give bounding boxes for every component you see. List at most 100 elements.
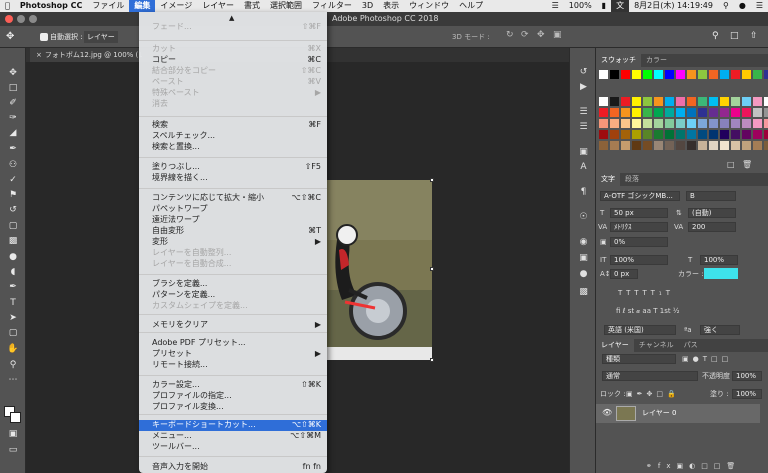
color-swatch[interactable] [709, 97, 718, 106]
tab-color[interactable]: カラー [641, 54, 672, 67]
color-swatch[interactable] [676, 119, 685, 128]
adjustments-icon[interactable]: ☰ [577, 121, 590, 133]
edit-menu-item[interactable]: コンテンツに応じて拡大・縮小 ⌥⇧⌘C [139, 193, 327, 204]
color-swatch[interactable] [709, 70, 718, 79]
color-swatch[interactable] [720, 108, 729, 117]
font-size-field[interactable]: 50 px [610, 208, 668, 218]
healing-tool-icon[interactable]: ⚇ [5, 159, 21, 171]
color-swatch[interactable] [731, 130, 740, 139]
shape-tool-icon[interactable]: ▢ [5, 327, 21, 339]
more-tools-icon[interactable]: ⋯ [5, 374, 21, 386]
color-swatch[interactable] [610, 130, 619, 139]
edit-menu-item[interactable]: 塗りつぶし... ⇧F5 [139, 162, 327, 173]
color-swatch[interactable] [742, 141, 751, 150]
lasso-tool-icon[interactable]: ✐ [5, 97, 21, 109]
color-swatch[interactable] [676, 97, 685, 106]
move-tool-icon[interactable]: ✥ [5, 67, 21, 79]
menu-window[interactable]: ウィンドウ [404, 0, 454, 12]
hand-tool-icon[interactable]: ✋ [5, 343, 21, 355]
color-swatch[interactable] [632, 119, 641, 128]
color-swatch[interactable] [643, 70, 652, 79]
color-swatch[interactable] [665, 141, 674, 150]
menu-type[interactable]: 書式 [239, 0, 265, 12]
color-swatch[interactable] [698, 119, 707, 128]
edit-menu-item[interactable]: プロファイル変換... [139, 402, 327, 413]
color-swatch[interactable] [687, 70, 696, 79]
zoom-tool-icon[interactable]: ⚲ [5, 359, 21, 371]
paragraph-icon[interactable]: ¶ [577, 186, 590, 198]
color-swatch[interactable] [621, 119, 630, 128]
edit-menu-item[interactable]: カット ⌘X [139, 44, 327, 55]
color-swatch[interactable] [753, 108, 762, 117]
play-icon[interactable]: ▶ [577, 81, 590, 93]
tab-paths[interactable]: パス [679, 339, 703, 352]
type-tool-icon[interactable]: T [5, 297, 21, 309]
color-swatch[interactable] [654, 141, 663, 150]
color-swatch[interactable] [632, 130, 641, 139]
color-swatch[interactable] [676, 108, 685, 117]
tracking-field[interactable]: 200 [688, 222, 736, 232]
menu-edit[interactable]: 編集 [129, 0, 156, 12]
close-button[interactable] [5, 15, 13, 23]
color-swatch[interactable] [621, 130, 630, 139]
crop-tool-icon[interactable]: ◢ [5, 127, 21, 139]
edit-menu-item[interactable]: プロファイルの指定... [139, 391, 327, 402]
transform-handle[interactable] [430, 178, 434, 182]
color-swatch[interactable] [687, 141, 696, 150]
edit-menu-item[interactable]: プリセット ▶ [139, 349, 327, 360]
color-swatch[interactable] [676, 130, 685, 139]
edit-menu-item[interactable]: 音声入力を開始 fn fn [139, 462, 327, 473]
color-swatch[interactable] [610, 119, 619, 128]
brush-settings-icon[interactable]: ◉ [577, 236, 590, 248]
color-swatch[interactable] [665, 130, 674, 139]
color-swatch[interactable] [709, 130, 718, 139]
color-swatch[interactable] [632, 70, 641, 79]
menu-select[interactable]: 選択範囲 [265, 0, 307, 12]
color-swatch[interactable] [709, 119, 718, 128]
color-swatch[interactable] [720, 119, 729, 128]
fill-field[interactable]: 100% [732, 389, 762, 399]
menubar-clock[interactable]: 8月2日(木) 14:19:49 [629, 0, 718, 12]
color-swatch[interactable] [643, 97, 652, 106]
color-swatch[interactable] [665, 108, 674, 117]
color-swatch[interactable] [764, 97, 768, 106]
edit-menu-item[interactable]: 変形 ▶ [139, 237, 327, 248]
faux-styles-row[interactable]: TTTTT₁T [618, 288, 674, 298]
visibility-eye-icon[interactable]: 👁 [602, 408, 612, 417]
trash-icon[interactable]: 🗑 [742, 160, 752, 169]
language-dropdown[interactable]: 英語 (米国) [604, 325, 676, 335]
edit-menu-item[interactable]: カスタムシェイプを定義... [139, 301, 327, 312]
input-source-icon[interactable]: 文 [611, 0, 630, 12]
dodge-tool-icon[interactable]: ◖ [5, 266, 21, 278]
color-swatch[interactable] [599, 108, 608, 117]
edit-menu-item[interactable]: レイヤーを自動整列... [139, 248, 327, 259]
color-swatch[interactable] [698, 130, 707, 139]
close-icon[interactable]: × [36, 51, 42, 59]
color-swatch[interactable] [753, 119, 762, 128]
workspace-icon[interactable]: □ [730, 31, 739, 41]
color-swatch[interactable] [687, 130, 696, 139]
auto-select-dropdown[interactable]: レイヤー [84, 31, 118, 43]
path-select-tool-icon[interactable]: ➤ [5, 312, 21, 324]
color-swatch[interactable] [698, 70, 707, 79]
menu-view[interactable]: 表示 [378, 0, 404, 12]
color-swatch[interactable] [665, 119, 674, 128]
edit-menu-item[interactable]: コピー ⌘C [139, 55, 327, 66]
color-swatch[interactable] [654, 108, 663, 117]
tab-layers[interactable]: レイヤー [596, 339, 634, 352]
edit-menu-item[interactable]: 消去 [139, 99, 327, 110]
new-swatch-icon[interactable]: □ [727, 160, 735, 169]
glyphs-icon[interactable]: ☉ [577, 211, 590, 223]
list-icon[interactable]: ☰ [751, 0, 768, 12]
antialias-dropdown[interactable]: 強く [700, 325, 740, 335]
user-icon[interactable]: ● [734, 0, 751, 12]
color-swatch[interactable] [742, 70, 751, 79]
color-swatch[interactable] [731, 97, 740, 106]
color-swatch[interactable] [599, 130, 608, 139]
edit-menu-item[interactable]: 特殊ペースト ▶ [139, 88, 327, 99]
menu-filter[interactable]: フィルター [307, 0, 357, 12]
color-swatch[interactable] [764, 141, 768, 150]
edit-menu-item[interactable]: リモート接続... [139, 360, 327, 371]
color-swatch[interactable] [599, 97, 608, 106]
color-swatch[interactable] [709, 108, 718, 117]
